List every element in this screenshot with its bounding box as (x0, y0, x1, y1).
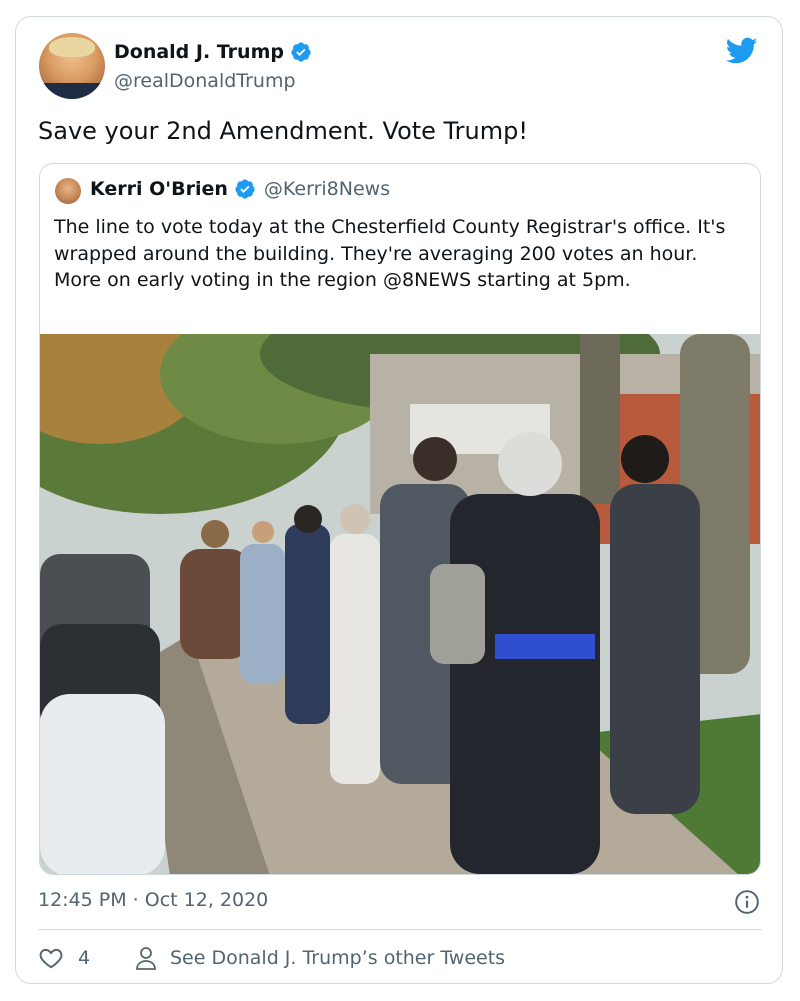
quoted-author-row[interactable]: Kerri O'Brien @Kerri8News (90, 178, 390, 200)
see-other-tweets-link[interactable]: See Donald J. Trump’s other Tweets (134, 945, 505, 971)
like-count: 4 (78, 947, 91, 969)
heart-icon (39, 948, 63, 969)
author-avatar[interactable] (39, 33, 105, 99)
quoted-tweet-text: The line to vote today at the Chesterfie… (54, 216, 726, 291)
author-name-row[interactable]: Donald J. Trump (114, 41, 312, 63)
verified-badge-icon (235, 179, 255, 199)
like-button[interactable]: 4 (38, 945, 90, 971)
author-handle[interactable]: @realDonaldTrump (114, 70, 296, 92)
tweet-photo[interactable] (40, 334, 761, 875)
author-name[interactable]: Donald J. Trump (114, 41, 284, 63)
tweet-text: Save your 2nd Amendment. Vote Trump! (38, 117, 528, 145)
person-icon (136, 947, 156, 970)
quoted-author-handle[interactable]: @Kerri8News (264, 178, 390, 200)
quoted-author-avatar[interactable] (55, 178, 81, 204)
info-icon[interactable] (734, 889, 760, 915)
divider (38, 929, 762, 930)
verified-badge-icon (291, 42, 311, 62)
tweet-card[interactable]: Donald J. Trump @realDonaldTrump Save yo… (15, 16, 783, 984)
twitter-bird-icon[interactable] (726, 37, 758, 65)
tweet-timestamp[interactable]: 12:45 PM · Oct 12, 2020 (38, 889, 268, 911)
quoted-tweet[interactable]: Kerri O'Brien @Kerri8News The line to vo… (39, 163, 761, 875)
see-other-tweets-label: See Donald J. Trump’s other Tweets (170, 947, 506, 969)
quoted-author-name[interactable]: Kerri O'Brien (90, 178, 228, 200)
